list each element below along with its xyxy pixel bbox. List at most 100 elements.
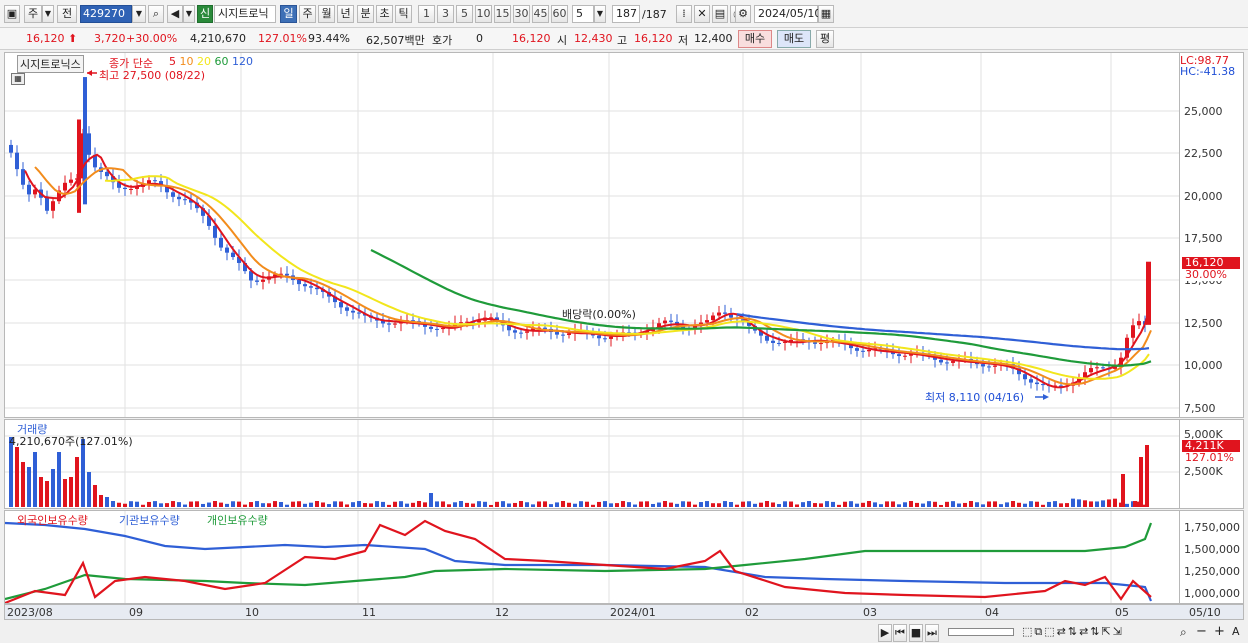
volume-bar	[1095, 501, 1099, 507]
first-icon[interactable]: ⏮	[893, 624, 907, 642]
buy-button[interactable]: 매수	[738, 30, 772, 48]
volume-bar	[831, 501, 835, 507]
period-year[interactable]: 년	[337, 5, 354, 23]
volume-bar	[63, 479, 67, 507]
x-label: 2024/01	[610, 606, 656, 619]
interval-1[interactable]: 1	[418, 5, 435, 23]
drawing-tools-icon[interactable]: ⬚⧉⬚⇄⇅⇄⇅⇱⇲	[1022, 625, 1124, 639]
volume-bar	[993, 501, 997, 507]
eval-button[interactable]: 평	[816, 30, 834, 48]
volume-bar	[837, 504, 841, 507]
chart-type-select[interactable]: 주	[24, 5, 42, 23]
interval-10[interactable]: 10	[475, 5, 492, 23]
volume-bar	[969, 501, 973, 507]
stock-code-input[interactable]: 429270	[80, 5, 132, 23]
low-note: 최저 8,110 (04/16)	[925, 391, 1025, 404]
interval-input[interactable]: 5	[572, 5, 594, 23]
volume-bar	[471, 503, 475, 507]
volume-bar	[531, 504, 535, 507]
interval-15[interactable]: 15	[494, 5, 511, 23]
crosshair-icon[interactable]: ✕	[694, 5, 710, 23]
date-input[interactable]: 2024/05/10	[754, 5, 821, 23]
table-icon[interactable]: ▦	[11, 73, 25, 85]
stock-name-box: 시지트로닉스	[17, 55, 84, 73]
volume-bar	[927, 501, 931, 507]
volume-bar	[51, 469, 55, 507]
candle-body	[219, 237, 223, 248]
stock-name-field[interactable]: 시지트로닉	[214, 5, 276, 23]
period-day[interactable]: 일	[280, 5, 297, 23]
speaker-dropdown-icon[interactable]: ▼	[183, 5, 195, 23]
sell-button[interactable]: 매도	[777, 30, 811, 48]
zoom-icon[interactable]: ⌕	[1180, 625, 1187, 640]
candle-body	[435, 328, 439, 330]
interval-3[interactable]: 3	[437, 5, 454, 23]
price-panel[interactable]: 시지트로닉스 ▦ 종가 단순 5 10 20 60 120 최고 27,500 …	[4, 52, 1180, 418]
holding-panel[interactable]: 외국인보유수량 기관보유수량 개인보유수량	[4, 510, 1180, 604]
volume-bar	[951, 501, 955, 507]
open-value: 12,430	[574, 32, 613, 45]
candle-body	[1029, 379, 1033, 383]
period-tick[interactable]: 틱	[395, 5, 412, 23]
volume-bar	[1083, 500, 1087, 507]
volume-bar	[129, 501, 133, 507]
volume-bar	[399, 501, 403, 507]
zoom-in-icon[interactable]: +	[1214, 624, 1225, 639]
candle-body	[261, 279, 265, 282]
zoom-out-icon[interactable]: −	[1196, 624, 1207, 639]
candle-body	[51, 201, 55, 211]
volume-bar	[723, 501, 727, 507]
interval-30[interactable]: 30	[513, 5, 530, 23]
period-week[interactable]: 주	[299, 5, 316, 23]
volume-bar	[387, 504, 391, 507]
prev-button[interactable]: 전	[57, 5, 77, 23]
hoga-price: 16,120	[512, 32, 551, 45]
period-month[interactable]: 월	[318, 5, 335, 23]
layout-icon[interactable]: ▣	[4, 5, 20, 23]
calendar-icon[interactable]: ▦	[818, 5, 834, 23]
candle-body	[945, 362, 949, 364]
interval-45[interactable]: 45	[532, 5, 549, 23]
holding-chart[interactable]	[5, 511, 1179, 603]
candle-body	[459, 322, 463, 324]
volume-chart[interactable]	[5, 420, 1179, 508]
interval-dropdown-icon[interactable]: ▼	[594, 5, 606, 23]
scroll-right-icon[interactable]: ▶	[878, 624, 892, 642]
price-chart[interactable]	[5, 53, 1179, 417]
auto-icon[interactable]: A	[1232, 625, 1240, 638]
volume-bar	[825, 501, 829, 507]
interval-60[interactable]: 60	[551, 5, 568, 23]
save-icon[interactable]: ▤	[712, 5, 728, 23]
volume-bar	[405, 503, 409, 507]
gear-icon[interactable]: ⚙	[735, 5, 751, 23]
volume-bar	[435, 501, 439, 507]
volume-bar	[855, 503, 859, 507]
interval-5[interactable]: 5	[456, 5, 473, 23]
speaker-icon[interactable]: ◀	[167, 5, 183, 23]
period-minute[interactable]: 분	[357, 5, 374, 23]
code-dropdown-icon[interactable]: ▼	[132, 5, 146, 23]
volume-bar	[501, 501, 505, 507]
search-icon[interactable]: ⌕	[148, 5, 164, 23]
volume-bar	[1145, 445, 1149, 507]
volume-bar	[639, 501, 643, 507]
grid-icon[interactable]: ⁞	[676, 5, 692, 23]
chevron-down-icon[interactable]: ▼	[42, 5, 54, 23]
candle-body	[897, 354, 901, 357]
count-input[interactable]: 187	[612, 5, 640, 23]
candle-body	[543, 327, 547, 329]
candle-body	[339, 302, 343, 308]
stop-icon[interactable]: ■	[909, 624, 923, 642]
period-second[interactable]: 초	[376, 5, 393, 23]
price-tick: 22,500	[1184, 147, 1223, 160]
candle-body	[27, 184, 31, 195]
volume-bar	[1029, 501, 1033, 507]
candle-body	[609, 336, 613, 339]
volume-bar	[447, 504, 451, 507]
candle-body	[1041, 384, 1045, 386]
zoom-slider[interactable]	[948, 628, 1014, 636]
volume-panel[interactable]: 거래량 4,210,670주(127.01%)	[4, 419, 1180, 509]
volume-bar	[267, 503, 271, 507]
candle-body	[603, 338, 607, 340]
last-icon[interactable]: ⏭	[925, 624, 939, 642]
